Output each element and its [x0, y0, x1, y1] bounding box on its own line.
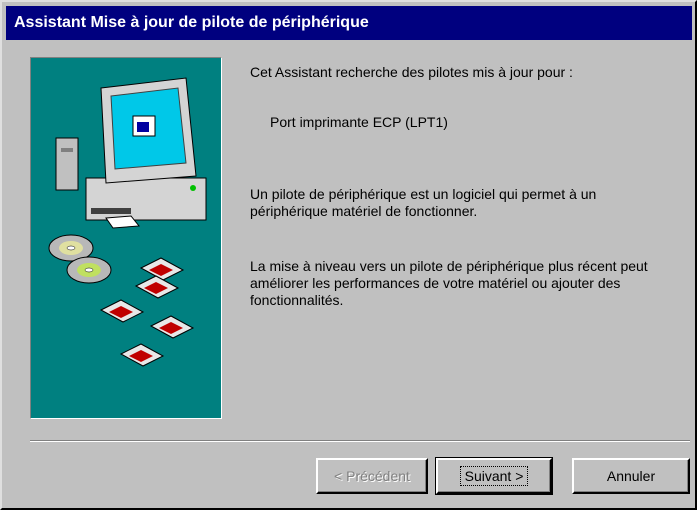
wizard-illustration — [30, 57, 222, 419]
cancel-button-label: Annuler — [606, 468, 656, 484]
previous-button[interactable]: < Précédent — [316, 458, 428, 494]
intro-text: Cet Assistant recherche des pilotes mis … — [250, 64, 573, 80]
next-button-label: Suivant > — [459, 466, 529, 486]
floppy-disk-icon — [99, 257, 195, 367]
description-paragraph: Un pilote de périphérique est un logicie… — [250, 186, 597, 219]
cd-disc-icon — [48, 234, 112, 284]
cancel-button[interactable]: Annuler — [572, 458, 690, 494]
wizard-window: Assistant Mise à jour de pilote de périp… — [0, 0, 697, 510]
window-title: Assistant Mise à jour de pilote de périp… — [6, 6, 692, 40]
previous-button-label: < Précédent — [334, 468, 410, 484]
computer-icon — [55, 77, 207, 229]
upgrade-paragraph: La mise à niveau vers un pilote de périp… — [250, 258, 648, 308]
device-name: Port imprimante ECP (LPT1) — [270, 114, 448, 130]
separator-line — [30, 440, 690, 442]
next-button[interactable]: Suivant > — [435, 457, 553, 495]
